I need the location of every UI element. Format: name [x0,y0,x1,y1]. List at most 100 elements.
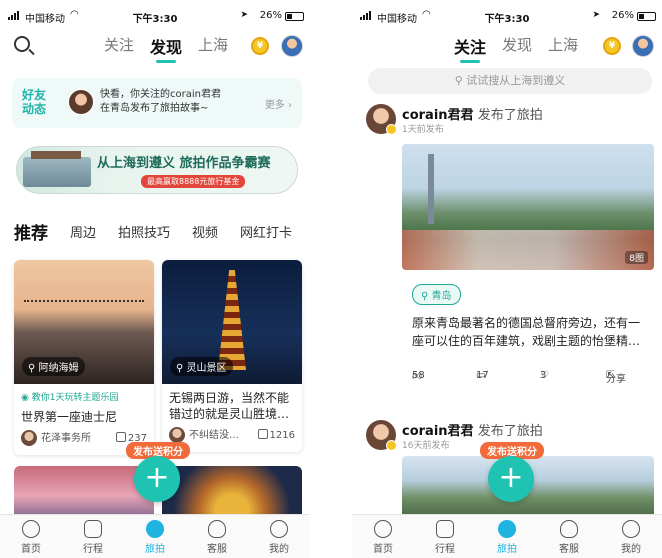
tab-service[interactable]: 客服 [538,515,600,558]
theme-label: 教你1天玩转主题乐园 [31,393,119,403]
logo-line-2: 动态 [22,102,47,116]
search-icon[interactable] [14,36,30,52]
home-icon [374,520,392,538]
like-count[interactable]: 1216 [257,428,295,444]
bottom-tab-bar: 首页 行程 旅拍 客服 我的 [352,514,662,558]
author-name[interactable]: corain君君 [402,108,474,123]
feed-card[interactable]: ⚲ 阿纳海姆 ◉ 教你1天玩转主题乐园 世界第一座迪士尼 花泽事务所 237 [14,260,154,455]
plus-icon[interactable]: + [488,456,534,502]
tab-me-label: 我的 [269,544,289,555]
post-text: 原来青岛最著名的德国总督府旁边，还有一座可以住的百年建筑，戏剧主题的怡堡精… [412,316,641,348]
camera-icon [498,520,516,538]
tab-travel-photo[interactable]: 旅拍 [124,515,186,558]
tab-home[interactable]: 首页 [0,515,62,558]
tab-discover[interactable]: 发现 [150,34,182,63]
category-photo-tips[interactable]: 拍照技巧 [118,222,170,247]
location-arrow-icon: ➤ [240,10,248,20]
post-header: corain君君 发布了旅拍 [402,420,543,439]
top-nav: 关注 发现 上海 ¥ [0,32,310,63]
promo-banner[interactable]: 从上海到遵义 旅拍作品争霸赛 最高赢取8888元旅行基金 [16,146,298,194]
user-icon [622,520,640,538]
following-screen: 中国移动 ◠ 下午3:30 ➤ 26% 关注 发现 上海 ¥ ⚲ 试试搜从上海到… [352,0,662,558]
tab-me[interactable]: 我的 [600,515,662,558]
share-label: 分享 [606,374,626,385]
feed-tabs: 关注 发现 上海 [104,34,228,63]
publish-fab[interactable]: 发布送积分 + [480,442,550,512]
publish-fab[interactable]: 发布送积分 + [126,442,196,512]
category-hotspots[interactable]: 网红打卡 [240,222,292,247]
headset-icon [560,520,578,538]
location-label: 青岛 [431,291,452,302]
author-avatar[interactable] [366,104,397,135]
post-header: corain君君 发布了旅拍 [402,104,543,123]
search-placeholder: 试试搜从上海到遵义 [466,74,566,87]
tab-city[interactable]: 上海 [198,34,228,58]
banner-prize-tag: 最高赢取8888元旅行基金 [141,175,246,188]
calendar-icon [84,520,102,538]
theme-chip[interactable]: ◉ 教你1天玩转主题乐园 [21,390,147,406]
photo-count: 8图 [625,251,648,264]
card-photo: ⚲ 阿纳海姆 [14,260,154,384]
tab-following[interactable]: 关注 [454,34,486,63]
tab-home-label: 首页 [21,544,41,555]
category-nearby[interactable]: 周边 [70,222,96,247]
feed-card[interactable]: ⚲ 灵山景区 无锡两日游，当然不能错过的就是灵山胜境… 不纠结没… 1216 [162,260,302,452]
tab-service[interactable]: 客服 [186,515,248,558]
home-icon [22,520,40,538]
post-time: 1天前发布 [402,125,444,135]
location-tag: ⚲ 阿纳海姆 [22,357,85,376]
tab-travel-photo-label: 旅拍 [497,544,517,555]
category-recommended[interactable]: 推荐 [14,219,48,246]
plus-icon[interactable]: + [134,456,180,502]
tab-discover[interactable]: 发现 [502,34,532,58]
tab-following[interactable]: 关注 [104,34,134,58]
category-video[interactable]: 视频 [192,222,218,247]
comment-count: 17 [476,370,489,381]
tab-home[interactable]: 首页 [352,515,414,558]
author-name: 花泽事务所 [41,433,91,444]
like-number: 1216 [269,430,295,441]
banner-title: 从上海到遵义 旅拍作品争霸赛 [97,156,271,171]
tab-travel-photo[interactable]: 旅拍 [476,515,538,558]
bottom-tab-bar: 首页 行程 旅拍 客服 我的 [0,514,310,558]
author-name[interactable]: corain君君 [402,424,474,439]
thumbs-up-icon [257,429,268,439]
tab-itinerary[interactable]: 行程 [414,515,476,558]
search-input[interactable]: ⚲ 试试搜从上海到遵义 [368,68,652,94]
friends-activity-line-1: 快看，你关注的corain君君 [100,89,221,100]
more-link[interactable]: 更多 › [265,96,292,111]
battery-percent: 26% [611,10,634,21]
tab-itinerary[interactable]: 行程 [62,515,124,558]
card-photo: ⚲ 灵山景区 [162,260,302,384]
battery-icon [285,12,304,21]
coin-icon[interactable]: ¥ [603,37,621,55]
friends-activity-card[interactable]: 好友 动态 快看，你关注的corain君君 在青岛发布了旅拍故事~ 更多 › [12,78,302,128]
author-avatar [21,430,37,446]
avatar[interactable] [281,35,303,57]
more-label: 更多 [264,100,285,111]
tab-city[interactable]: 上海 [548,34,578,58]
tab-service-label: 客服 [559,544,579,555]
feed-tabs: 关注 发现 上海 [454,34,578,63]
status-bar: 中国移动 ◠ 下午3:30 ➤ 26% [352,8,662,26]
tab-travel-photo-label: 旅拍 [145,544,165,555]
card-title: 世界第一座迪士尼 [21,410,118,424]
post-action: 发布了旅拍 [477,424,543,439]
category-tabs: 推荐 周边 拍照技巧 视频 网红打卡 [14,222,292,247]
tab-me[interactable]: 我的 [248,515,310,558]
post-photo[interactable]: 8图 [402,144,654,270]
coin-icon[interactable]: ¥ [251,37,269,55]
post-card[interactable]: corain君君 发布了旅拍 1天前发布 8图 ⚲ 青岛 原来青岛最著名的德国总… [366,104,656,404]
avatar[interactable] [632,35,654,57]
search-icon: ⚲ [454,74,463,87]
thumbs-up-icon [115,432,126,442]
tab-service-label: 客服 [207,544,227,555]
status-bar: 中国移动 ◠ 下午3:30 ➤ 26% [0,8,310,26]
tab-itinerary-label: 行程 [83,544,103,555]
discover-screen: 中国移动 ◠ 下午3:30 ➤ 26% 关注 发现 上海 ¥ 好友 动态 快看，… [0,0,310,558]
author-name: 不纠结没… [189,430,239,441]
author-avatar[interactable] [366,420,397,451]
card-title: 无锡两日游，当然不能错过的就是灵山胜境… [169,391,290,421]
location-tag[interactable]: ⚲ 青岛 [412,284,461,305]
author-avatar [169,427,185,443]
